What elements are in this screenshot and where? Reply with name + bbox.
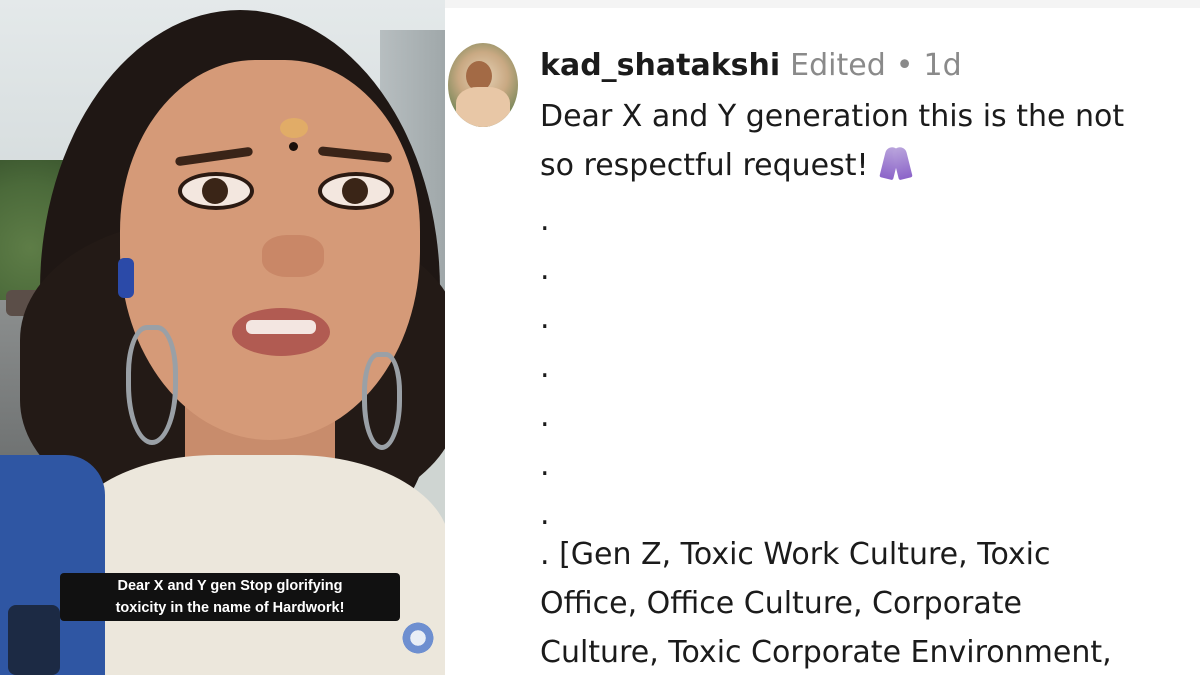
right-eye [318,172,394,210]
caption-line-1: Dear X and Y gen Stop glorifying [117,578,343,594]
panel-divider [445,0,1200,8]
folded-hands-icon [879,145,913,179]
left-earring [126,325,178,445]
dot-lines: . . . . . . . [540,196,560,539]
tags-line-1: . [Gen Z, Toxic Work Culture, Toxic [540,537,1051,572]
comment-header: kad_shatakshi Edited • 1d [540,44,962,88]
earring-stud [118,258,134,298]
video-frame[interactable]: Dear X and Y gen Stop glorifying toxicit… [0,0,445,675]
comment-panel: kad_shatakshi Edited • 1d Dear X and Y gene… [445,0,1200,675]
right-earring [362,352,402,450]
dot-line: . [540,399,550,434]
tags-line-2: Office, Office Culture, Corporate [540,586,1022,621]
comment-timestamp[interactable]: 1d [923,48,961,83]
tags-line-3: Culture, Toxic Corporate Environment, [540,635,1112,670]
person-nose [262,235,324,277]
shirt-flower-print [400,620,436,656]
avatar[interactable] [448,43,518,127]
dot-line: . [540,301,550,336]
meta-separator: • [895,48,914,83]
comment-line-2-wrap: so respectful request! [540,141,1195,190]
username-link[interactable]: kad_shatakshi [540,48,780,83]
forehead-mark [280,118,308,138]
video-caption: Dear X and Y gen Stop glorifying toxicit… [60,573,400,621]
hashtag-block: . [Gen Z, Toxic Work Culture, Toxic Offi… [540,530,1195,677]
left-eye [178,172,254,210]
comment-line-2: so respectful request! [540,148,869,183]
dot-line: . [540,350,550,385]
bindi [289,142,298,151]
edited-label: Edited [790,48,886,83]
comment-line-1: Dear X and Y generation this is the not [540,99,1125,134]
comment-body: Dear X and Y generation this is the not … [540,92,1195,190]
caption-line-2: toxicity in the name of Hardwork! [115,600,345,616]
dot-line: . [540,252,550,287]
person-teeth [246,320,316,334]
person-shirt [60,455,445,675]
bag-clip [8,605,60,675]
dot-line: . [540,203,550,238]
dot-line: . [540,448,550,483]
